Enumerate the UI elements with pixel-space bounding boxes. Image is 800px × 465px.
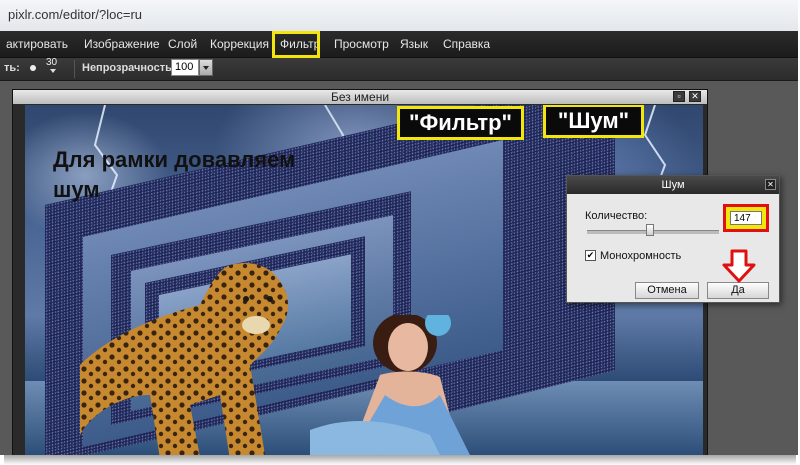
menu-adjustment[interactable]: Коррекция [210,31,269,57]
filter-label-callout: "Фильтр" [397,106,524,140]
amount-slider-thumb[interactable] [646,224,655,236]
headline-line-2: шум [53,177,100,202]
maximize-icon[interactable]: ▫ [673,91,685,102]
amount-input[interactable]: 147 [730,211,762,225]
noise-dialog: Шум ✕ Количество: 147 ✔ Монохромность От… [566,175,780,303]
amount-label: Количество: [585,210,648,222]
headline-line-1: Для рамки довавляем [53,147,296,172]
menu-language[interactable]: Язык [400,31,428,57]
woman-graphic [310,315,470,455]
divider [74,60,75,78]
url-text[interactable]: pixlr.com/editor/?loc=ru [8,7,142,22]
filter-menu-highlight [272,31,320,58]
options-bar: ть: 30 Непрозрачность: 100 [0,57,798,81]
headline-text: Для рамки довавляем шум [53,145,295,205]
menu-layer[interactable]: Слой [168,31,197,57]
ok-button[interactable]: Да [707,282,769,299]
mono-label: Монохромность [600,250,682,262]
menu-image[interactable]: Изображение [84,31,160,57]
mono-checkbox[interactable]: ✔ [585,250,596,261]
opacity-dropdown-icon[interactable] [199,59,213,76]
document-title[interactable]: Без имени [13,90,707,104]
dialog-title[interactable]: Шум [567,176,779,194]
leopard-graphic [80,263,288,455]
cancel-button[interactable]: Отмена [635,282,699,299]
brush-size[interactable]: 30 [46,57,57,68]
close-icon[interactable]: ✕ [689,91,701,102]
browser-address-bar[interactable]: pixlr.com/editor/?loc=ru [0,0,798,32]
opacity-label: Непрозрачность: [82,62,176,74]
brush-size-arrow-icon[interactable] [50,69,56,73]
brush-dot-icon[interactable] [30,65,36,71]
noise-label-callout: "Шум" [543,105,644,138]
red-arrow-icon [722,249,756,283]
dialog-close-icon[interactable]: ✕ [765,179,776,190]
page-shadow [4,455,796,465]
menu-bar: актировать Изображение Слой Коррекция Фи… [0,31,798,58]
screenshot-frame: pixlr.com/editor/?loc=ru актировать Изоб… [0,0,798,455]
amount-highlight: 147 [723,204,769,232]
opacity-input[interactable]: 100 [171,59,199,76]
brush-label: ть: [4,62,20,74]
menu-view[interactable]: Просмотр [334,31,389,57]
menu-help[interactable]: Справка [443,31,490,57]
menu-edit[interactable]: актировать [6,31,68,57]
